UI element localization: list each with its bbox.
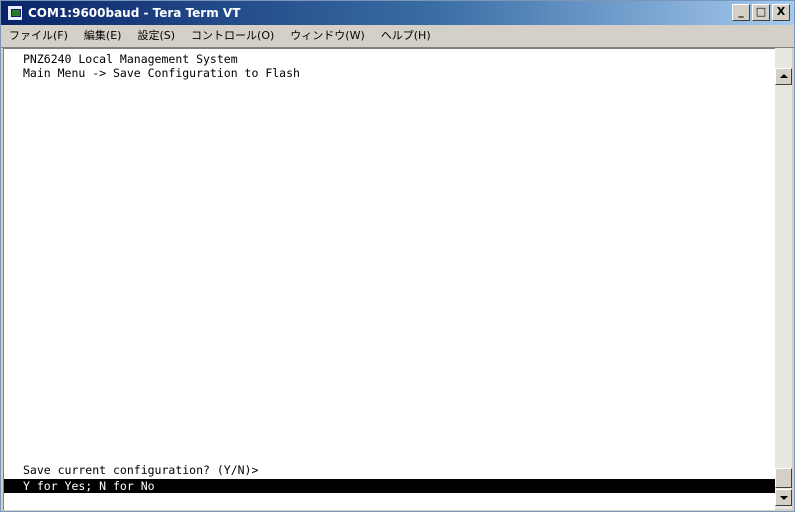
close-button[interactable]: X [772, 4, 790, 21]
tera-term-window: COM1:9600baud - Tera Term VT _ □ X ファイル(… [0, 0, 795, 512]
scroll-down-button[interactable] [775, 489, 792, 506]
window-title: COM1:9600baud - Tera Term VT [28, 6, 241, 20]
menu-help[interactable]: ヘルプ(H) [373, 26, 439, 46]
arrow-down-icon [780, 496, 788, 500]
title-bar[interactable]: COM1:9600baud - Tera Term VT _ □ X [1, 1, 794, 25]
terminal-line-breadcrumb: Main Menu -> Save Configuration to Flash [23, 66, 300, 80]
menu-bar: ファイル(F) 編集(E) 設定(S) コントロール(O) ウィンドウ(W) ヘ… [1, 25, 794, 48]
terminal-status-text: Y for Yes; N for No [23, 479, 155, 493]
menu-window[interactable]: ウィンドウ(W) [282, 26, 372, 46]
minimize-button[interactable]: _ [732, 4, 750, 21]
menu-file[interactable]: ファイル(F) [1, 26, 76, 46]
window-controls: _ □ X [732, 4, 790, 22]
menu-edit[interactable]: 編集(E) [76, 26, 130, 46]
scroll-up-button[interactable] [775, 68, 792, 85]
scroll-thumb[interactable] [775, 468, 792, 488]
vertical-scrollbar[interactable] [775, 48, 792, 509]
menu-setup[interactable]: 設定(S) [129, 26, 183, 46]
terminal-screen[interactable]: PNZ6240 Local Management System Main Men… [3, 48, 775, 510]
terminal-status-bar: Y for Yes; N for No [4, 479, 775, 493]
menu-control[interactable]: コントロール(O) [183, 26, 282, 46]
terminal-line-system-name: PNZ6240 Local Management System [23, 52, 238, 66]
arrow-up-icon [780, 74, 788, 78]
maximize-button[interactable]: □ [752, 4, 770, 21]
tera-term-app-icon[interactable] [7, 5, 23, 21]
terminal-prompt: Save current configuration? (Y/N)> [23, 463, 259, 477]
